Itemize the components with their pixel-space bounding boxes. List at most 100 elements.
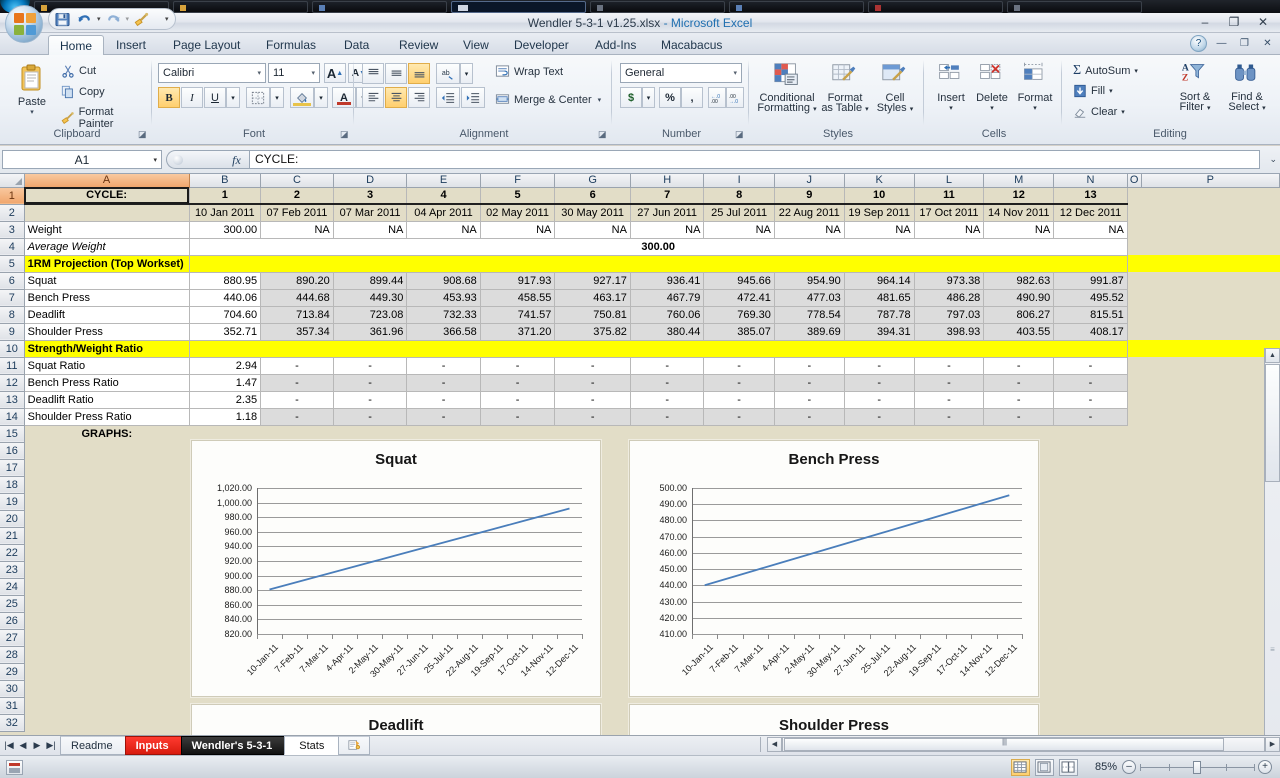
cell-P3[interactable] bbox=[1141, 221, 1280, 238]
cell-A4[interactable]: Average Weight bbox=[23, 237, 190, 256]
cell-E3[interactable]: NA bbox=[406, 220, 481, 239]
cell-M9[interactable]: 403.55 bbox=[983, 322, 1055, 341]
cell-D1[interactable]: 3 bbox=[332, 186, 408, 205]
cell-J11[interactable]: - bbox=[773, 356, 845, 375]
cell-L13[interactable]: - bbox=[913, 390, 985, 409]
cell-I13[interactable]: - bbox=[703, 390, 775, 409]
cell-A2[interactable] bbox=[24, 204, 189, 221]
redo-dropdown-icon[interactable]: ▾ bbox=[126, 15, 130, 23]
column-header-G[interactable]: G bbox=[554, 174, 631, 188]
cell-B6[interactable]: 880.95 bbox=[188, 271, 262, 290]
row-header-3[interactable]: 3 bbox=[0, 221, 25, 239]
sort-filter-button[interactable]: A Z Sort & Filter ▾ bbox=[1170, 61, 1220, 114]
hscroll-track[interactable] bbox=[782, 737, 1265, 752]
tab-add-ins[interactable]: Add-Ins bbox=[584, 35, 647, 55]
row-header-18[interactable]: 18 bbox=[0, 476, 25, 494]
vertical-scrollbar[interactable]: ▲ ≡ bbox=[1264, 348, 1280, 735]
cell-A3[interactable]: Weight bbox=[23, 220, 190, 239]
cell-J14[interactable]: - bbox=[773, 407, 845, 426]
cell-G12[interactable]: - bbox=[554, 373, 631, 392]
cell-A12[interactable]: Bench Press Ratio bbox=[23, 373, 190, 392]
sheet-tab-wendler[interactable]: Wendler's 5-3-1 bbox=[180, 736, 286, 755]
zoom-track[interactable] bbox=[1140, 760, 1255, 774]
help-icon[interactable]: ? bbox=[1190, 35, 1207, 52]
format-painter-icon[interactable] bbox=[132, 10, 151, 28]
orientation-dropdown-icon[interactable]: ▾ bbox=[460, 63, 473, 84]
horizontal-scroll-thumb[interactable] bbox=[784, 738, 1224, 751]
zoom-in-button[interactable]: + bbox=[1258, 760, 1272, 774]
comma-button[interactable]: , bbox=[681, 87, 703, 108]
cell-M14[interactable]: - bbox=[983, 407, 1055, 426]
cell-H9[interactable]: 380.44 bbox=[629, 322, 705, 341]
page-layout-view-button[interactable] bbox=[1035, 758, 1054, 776]
row-header-31[interactable]: 31 bbox=[0, 697, 25, 715]
cell-L2[interactable]: 17 Oct 2011 bbox=[913, 203, 985, 222]
cell-G2[interactable]: 30 May 2011 bbox=[554, 203, 631, 222]
fill-color-button[interactable] bbox=[290, 87, 314, 108]
cell-A13[interactable]: Deadlift Ratio bbox=[23, 390, 190, 409]
clear-dropdown-icon[interactable]: ▾ bbox=[1121, 108, 1125, 116]
cell-N3[interactable]: NA bbox=[1053, 220, 1128, 239]
cell-O8[interactable] bbox=[1127, 306, 1141, 323]
wrap-text-button[interactable]: Wrap Text bbox=[492, 63, 566, 80]
cell-E11[interactable]: - bbox=[406, 356, 481, 375]
row-header-2[interactable]: 2 bbox=[0, 204, 25, 222]
cell-F7[interactable]: 458.55 bbox=[479, 288, 556, 307]
format-as-table-button[interactable]: Format as Table ▾ bbox=[820, 61, 870, 115]
vertical-scroll-thumb[interactable] bbox=[1265, 364, 1280, 482]
name-box[interactable]: A1 ▾ bbox=[2, 150, 162, 169]
cell-K13[interactable]: - bbox=[843, 390, 915, 409]
chevron-down-icon[interactable]: ▾ bbox=[865, 106, 869, 113]
zoom-slider[interactable]: – + bbox=[1122, 760, 1272, 774]
cell-P14[interactable] bbox=[1141, 408, 1280, 425]
row-header-22[interactable]: 22 bbox=[0, 544, 25, 562]
tab-developer[interactable]: Developer bbox=[503, 35, 580, 55]
formula-input[interactable]: CYCLE: bbox=[250, 150, 1260, 169]
cell-N7[interactable]: 495.52 bbox=[1053, 288, 1128, 307]
cell-L7[interactable]: 486.28 bbox=[913, 288, 985, 307]
alignment-dialog-launcher-icon[interactable]: ◪ bbox=[598, 129, 609, 140]
cell-O4[interactable] bbox=[1127, 238, 1141, 255]
bold-button[interactable]: B bbox=[158, 87, 180, 108]
row-header-21[interactable]: 21 bbox=[0, 527, 25, 545]
cell-H7[interactable]: 467.79 bbox=[629, 288, 705, 307]
tab-insert[interactable]: Insert bbox=[105, 35, 157, 55]
cell-B5-merged[interactable] bbox=[188, 254, 1128, 273]
cell-C9[interactable]: 357.34 bbox=[260, 322, 334, 341]
tab-split-handle[interactable] bbox=[760, 737, 767, 752]
cell-O7[interactable] bbox=[1127, 289, 1141, 306]
cell-D2[interactable]: 07 Mar 2011 bbox=[332, 203, 408, 222]
chevron-down-icon[interactable]: ▾ bbox=[311, 69, 317, 77]
select-all-corner[interactable] bbox=[0, 174, 25, 188]
cell-B4-merged[interactable]: 300.00 bbox=[188, 237, 1128, 256]
cell-O14[interactable] bbox=[1127, 408, 1141, 425]
cell-G1[interactable]: 6 bbox=[554, 186, 631, 205]
cell-I8[interactable]: 769.30 bbox=[703, 305, 775, 324]
cell-F3[interactable]: NA bbox=[479, 220, 556, 239]
cell-A5[interactable]: 1RM Projection (Top Workset) bbox=[23, 254, 190, 273]
increase-indent-button[interactable] bbox=[461, 87, 485, 108]
cell-E14[interactable]: - bbox=[406, 407, 481, 426]
cell-D7[interactable]: 449.30 bbox=[332, 288, 408, 307]
cell-L3[interactable]: NA bbox=[913, 220, 985, 239]
row-header-9[interactable]: 9 bbox=[0, 323, 25, 341]
italic-button[interactable]: I bbox=[181, 87, 203, 108]
cell-E1[interactable]: 4 bbox=[406, 186, 481, 205]
redo-icon[interactable] bbox=[104, 10, 123, 28]
save-icon[interactable] bbox=[53, 10, 72, 28]
cell-C13[interactable]: - bbox=[260, 390, 334, 409]
cell-N6[interactable]: 991.87 bbox=[1053, 271, 1128, 290]
row-header-11[interactable]: 11 bbox=[0, 357, 25, 375]
row-header-5[interactable]: 5 bbox=[0, 255, 25, 273]
restore-window-icon[interactable]: ❐ bbox=[1236, 35, 1253, 52]
last-sheet-icon[interactable]: ▶| bbox=[45, 740, 57, 751]
find-select-button[interactable]: Find & Select ▾ bbox=[1222, 61, 1272, 114]
cell-M12[interactable]: - bbox=[983, 373, 1055, 392]
sheet-tab-readme[interactable]: Readme bbox=[60, 736, 126, 755]
cell-J7[interactable]: 477.03 bbox=[773, 288, 845, 307]
customize-qat-icon[interactable]: ▾ bbox=[165, 15, 169, 23]
column-header-E[interactable]: E bbox=[406, 174, 481, 188]
cell-F6[interactable]: 917.93 bbox=[479, 271, 556, 290]
taskbar-item[interactable] bbox=[1007, 0, 1142, 13]
cell-D9[interactable]: 361.96 bbox=[332, 322, 408, 341]
